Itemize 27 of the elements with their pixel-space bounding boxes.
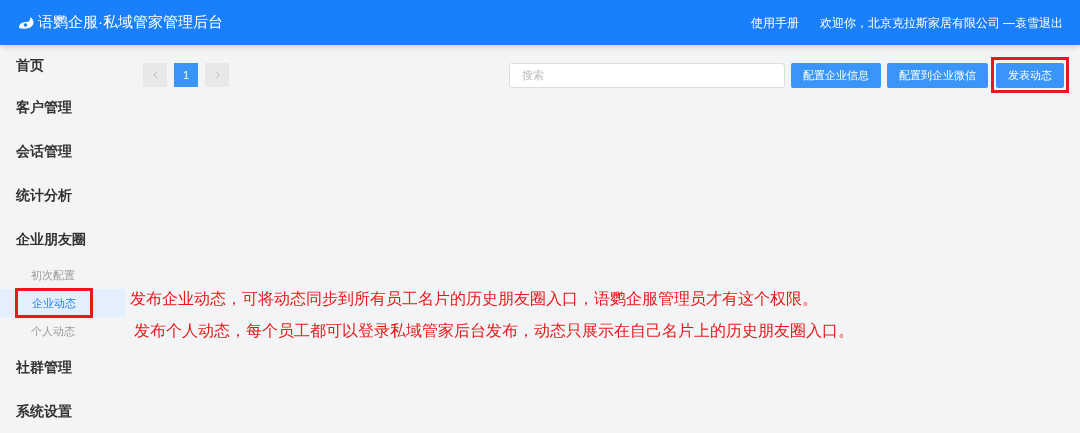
app-title: 语鹦企服·私域管家管理后台 <box>38 12 223 33</box>
annotation-text: 发布个人动态，每个员工都可以登录私域管家后台发布，动态只展示在自己名片上的历史朋友圈入口。 <box>133 321 855 341</box>
sidebar-item[interactable]: 社群管理 <box>16 356 72 378</box>
sidebar-item[interactable]: 企业朋友圈 <box>16 228 86 250</box>
action-button[interactable]: 配置到企业微信 <box>887 62 988 88</box>
sidebar-subitem[interactable]: 初次配置 <box>0 261 125 289</box>
action-button[interactable]: 配置企业信息 <box>791 62 881 88</box>
prev-page-button[interactable] <box>143 63 167 87</box>
bird-logo-icon <box>17 15 35 30</box>
search-field[interactable]: 搜索 <box>509 62 785 88</box>
chevron-left-icon <box>152 71 158 79</box>
sidebar-item[interactable]: 首页 <box>16 54 44 76</box>
page-button[interactable]: 1 <box>174 63 198 87</box>
logout-link[interactable]: 退出 <box>1039 13 1063 32</box>
sidebar-item[interactable]: 统计分析 <box>16 184 72 206</box>
annotation-text: 发布企业动态，可将动态同步到所有员工名片的历史朋友圈入口，语鹦企服管理员才有这个权限。 <box>129 289 819 309</box>
sidebar-subitem[interactable]: 个人动态 <box>0 317 125 345</box>
sidebar-item[interactable]: 客户管理 <box>16 96 72 118</box>
sidebar-item[interactable]: 系统设置 <box>16 400 72 422</box>
next-page-button[interactable] <box>205 63 229 87</box>
sidebar-subitem[interactable]: 企业动态 <box>0 289 125 317</box>
action-button[interactable]: 发表动态 <box>996 62 1064 88</box>
welcome-text: 欢迎你，北京克拉斯家居有限公司 —袁雪 <box>819 14 1039 32</box>
sidebar-item[interactable]: 会话管理 <box>16 140 72 162</box>
chevron-right-icon <box>214 71 220 79</box>
highlight-frame: 企业动态 <box>15 287 93 319</box>
manual-link[interactable]: 使用手册 <box>750 13 799 32</box>
